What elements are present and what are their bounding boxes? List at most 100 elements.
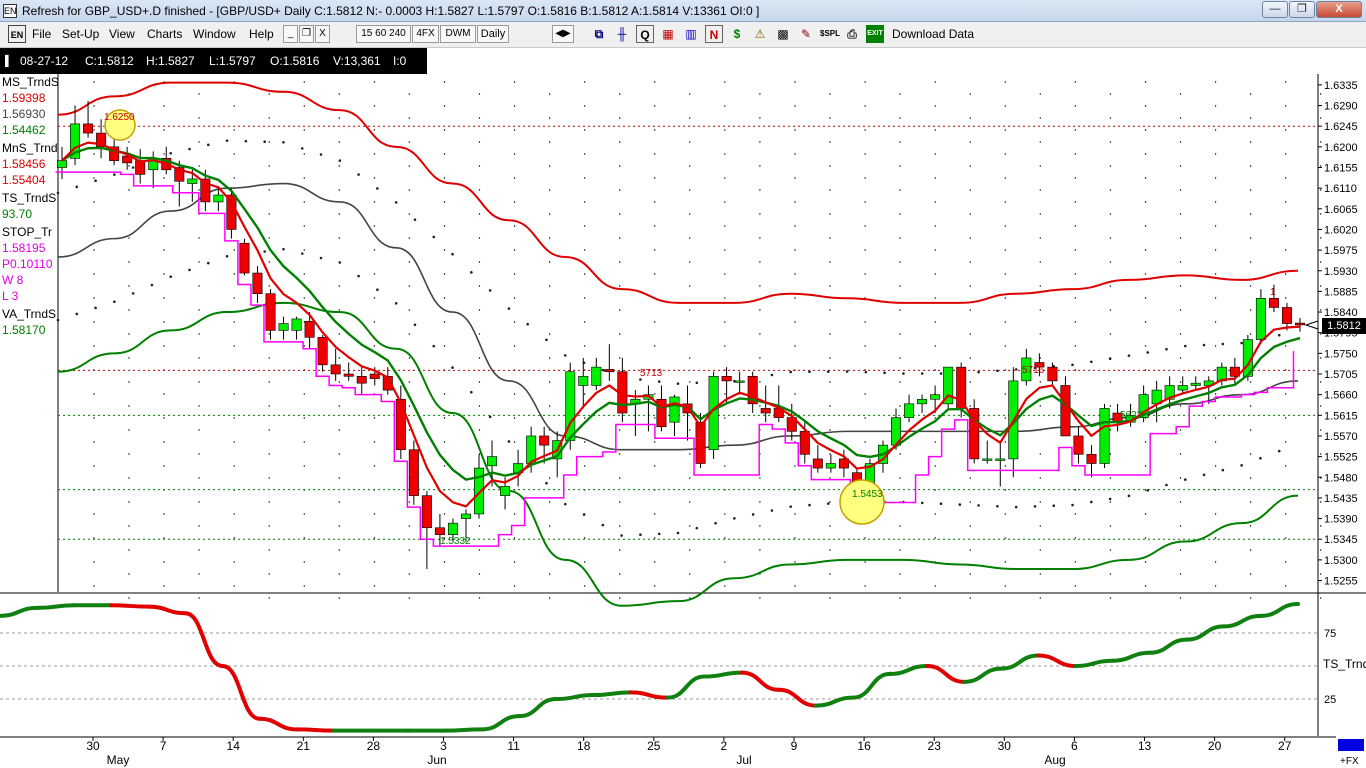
grid-dot: [1074, 537, 1077, 539]
print-icon[interactable]: ⎙: [843, 25, 861, 43]
grid-dot: [548, 141, 551, 143]
dollar-icon[interactable]: $: [728, 25, 746, 43]
menu-view[interactable]: View: [109, 27, 135, 41]
grid-dot: [1109, 93, 1112, 95]
timeframe-daily-button[interactable]: Daily: [477, 25, 509, 43]
grid-dot: [548, 405, 551, 407]
grid-dot: [1109, 261, 1112, 263]
download-data-button[interactable]: Download Data: [892, 27, 974, 41]
grid-dot: [1179, 333, 1182, 335]
grid-dot: [233, 273, 235, 275]
timeframe-4fx-button[interactable]: 4FX: [412, 25, 439, 43]
grid-dot: [969, 117, 971, 119]
window-layout-icon[interactable]: ⧉: [590, 25, 608, 43]
price-axis-label: 1.5975: [1324, 245, 1358, 257]
grid-dot: [1109, 453, 1112, 455]
grid-dot: [513, 225, 516, 227]
grid-dot: [689, 285, 691, 287]
grid-dot: [443, 345, 446, 347]
spx-icon[interactable]: $SPL: [820, 25, 840, 43]
info-marker: ▌: [5, 56, 13, 67]
ts-oscillator-segment: [554, 693, 596, 701]
grid-dot: [268, 93, 270, 95]
grid-dot: [969, 477, 971, 479]
quote-q-icon[interactable]: Q: [636, 25, 654, 43]
mdi-close-button[interactable]: X: [315, 25, 330, 43]
news-n-icon[interactable]: N: [705, 25, 723, 43]
grid-dot: [1249, 501, 1252, 503]
bar-chart-icon[interactable]: ╫: [613, 25, 631, 43]
grid-dot: [198, 525, 200, 527]
grid-dot: [1039, 189, 1042, 191]
timeframe-dwm-button[interactable]: DWM: [440, 25, 476, 43]
exit-icon[interactable]: EXIT: [866, 25, 884, 43]
grid-dot: [969, 261, 971, 263]
minimize-button[interactable]: —: [1262, 1, 1288, 18]
close-button[interactable]: X: [1316, 1, 1362, 18]
grid-dot: [338, 213, 340, 215]
menu-window[interactable]: Window: [193, 27, 236, 41]
grid-dot: [408, 597, 411, 599]
grid-dot: [689, 333, 691, 335]
indicator-value: W 8: [2, 273, 24, 287]
timeframe-intraday-button[interactable]: 15 60 240: [356, 25, 411, 43]
grid-dot: [1285, 441, 1287, 443]
mdi-restore-button[interactable]: ❐: [299, 25, 314, 43]
mdi-minimize-button[interactable]: _: [283, 25, 298, 43]
app-menu-icon[interactable]: EN: [8, 25, 26, 43]
grid-dot: [969, 213, 971, 215]
grid-dot: [373, 225, 376, 227]
grid-dot: [864, 177, 866, 179]
grid-dot: [1179, 237, 1182, 239]
grid-dot: [548, 285, 551, 287]
grid-dot: [93, 153, 95, 155]
date-axis-label: 23: [928, 739, 942, 753]
grid-dot: [759, 261, 761, 263]
candle-up: [187, 178, 198, 184]
scroll-left-icon[interactable]: ◀▶: [552, 25, 574, 43]
month-axis-label: May: [107, 753, 130, 767]
grid-dot: [584, 537, 586, 539]
fx-badge[interactable]: +FX: [1336, 738, 1366, 768]
grid-dot: [1074, 561, 1077, 563]
chart-image-icon[interactable]: ▦: [659, 25, 677, 43]
grid-dot: [1179, 453, 1182, 455]
grid-dot: [1285, 513, 1287, 515]
indicator-value: L 3: [2, 289, 19, 303]
restore-button[interactable]: ❐: [1289, 1, 1315, 18]
grid-dot: [619, 93, 621, 95]
menu-setup[interactable]: Set-Up: [62, 27, 99, 41]
grid-dot: [408, 285, 411, 287]
grid-dot: [478, 93, 481, 95]
grid-dot: [1004, 321, 1006, 323]
upper-envelope-dot: [488, 289, 492, 292]
menu-help[interactable]: Help: [249, 27, 274, 41]
lower-envelope-dot: [714, 521, 717, 525]
price-chart[interactable]: 1.6335 1.6290 1.6245 1.6200 1.6155 1.6110 1.60…: [0, 48, 1366, 768]
grid-dot: [1320, 93, 1322, 95]
menu-charts[interactable]: Charts: [147, 27, 182, 41]
grid-dot: [373, 537, 376, 539]
lower-envelope-dot: [432, 344, 436, 348]
grid-dot: [338, 333, 340, 335]
last-price-tag: 1.5812: [1322, 318, 1366, 334]
grid-dot: [233, 537, 235, 539]
grid-dot: [338, 309, 340, 311]
ts-oscillator-segment: [850, 671, 893, 700]
grid-dot: [1285, 585, 1287, 587]
candle-down: [83, 123, 94, 134]
grid-dot: [478, 117, 481, 119]
grid-dot: [689, 117, 691, 119]
upper-envelope-dot: [939, 372, 943, 375]
histogram-icon[interactable]: ▥: [682, 25, 700, 43]
grid-dot: [478, 405, 481, 407]
menu-file[interactable]: File: [32, 27, 51, 41]
alert-icon[interactable]: ⚠: [751, 25, 769, 43]
photo-icon[interactable]: ▩: [774, 25, 792, 43]
lower-envelope-dot: [1165, 483, 1168, 487]
notes-icon[interactable]: ✎: [797, 25, 815, 43]
grid-dot: [654, 441, 656, 443]
grid-dot: [443, 153, 446, 155]
upper-envelope-dot: [263, 140, 266, 144]
grid-dot: [724, 153, 726, 155]
